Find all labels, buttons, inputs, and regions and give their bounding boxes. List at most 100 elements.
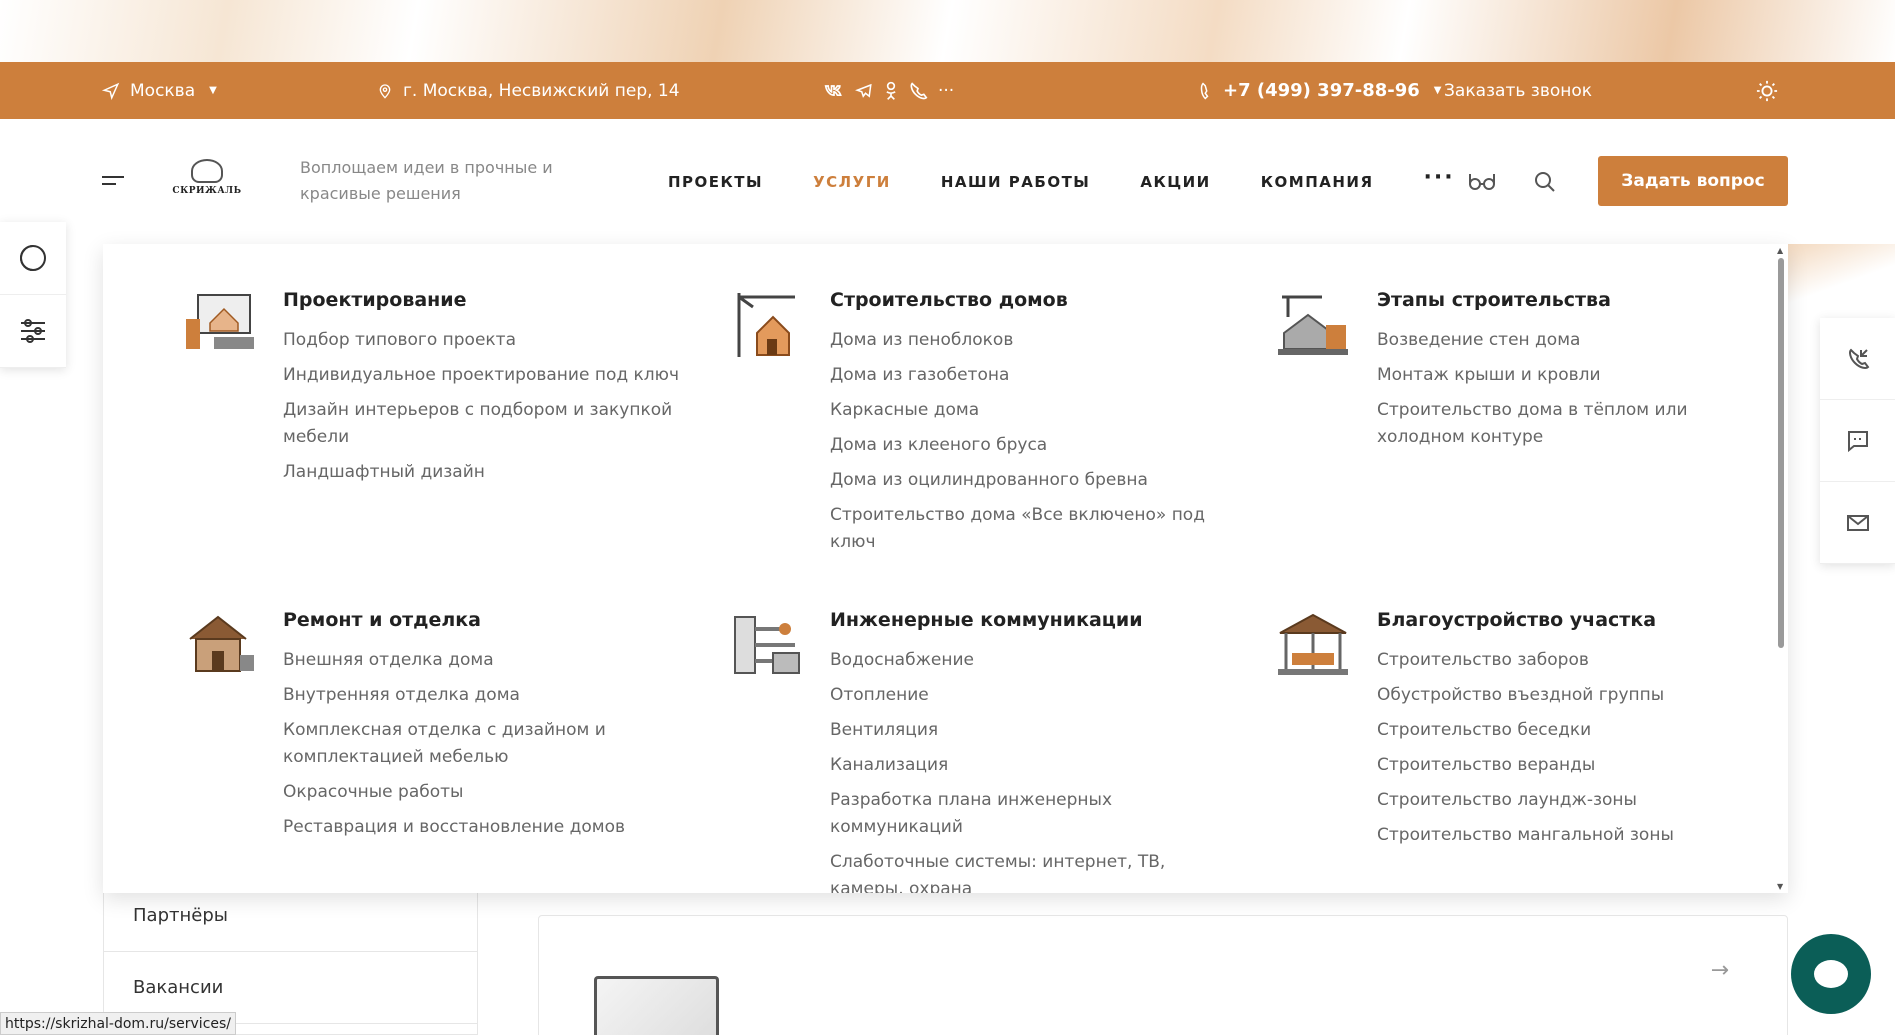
nav-promo[interactable]: АКЦИИ [1140, 173, 1210, 191]
menu-item[interactable]: Вентиляция [830, 717, 1230, 744]
phone-callback-icon [1848, 348, 1869, 369]
menu-item[interactable]: Комплексная отделка с дизайном и комплек… [283, 717, 683, 771]
construction-stage-icon [1278, 295, 1348, 355]
address: г. Москва, Несвижский пер, 14 [377, 62, 680, 119]
menu-item[interactable]: Внутренняя отделка дома [283, 682, 683, 709]
telegram-icon[interactable] [854, 82, 874, 100]
menu-item[interactable]: Обустройство въездной группы [1377, 682, 1777, 709]
main-nav: ПРОЕКТЫ УСЛУГИ НАШИ РАБОТЫ АКЦИИ КОМПАНИ… [668, 119, 1455, 244]
menu-item[interactable]: Строительство лаундж-зоны [1377, 787, 1777, 814]
scrollbar-thumb[interactable] [1778, 258, 1784, 648]
status-bar-url: https://skrizhal-dom.ru/services/ [0, 1012, 237, 1035]
search-icon[interactable] [1533, 170, 1557, 198]
social-links: ··· [824, 62, 954, 119]
menu-item[interactable]: Строительство заборов [1377, 647, 1777, 674]
circle-half-icon [20, 245, 46, 271]
ask-question-button[interactable]: Задать вопрос [1598, 156, 1788, 206]
message-quote-icon [1847, 430, 1868, 452]
section-title[interactable]: Проектирование [283, 289, 467, 311]
repair-house-icon [189, 615, 254, 672]
nav-company[interactable]: КОМПАНИЯ [1261, 173, 1374, 191]
menu-item[interactable]: Дома из пеноблоков [830, 327, 1230, 354]
mega-menu-scrollbar[interactable]: ▲ ▼ [1777, 246, 1785, 891]
vk-icon[interactable] [824, 84, 844, 98]
odnoklassniki-icon[interactable] [884, 81, 898, 101]
section-title[interactable]: Строительство домов [830, 289, 1068, 311]
menu-item[interactable]: Строительство веранды [1377, 752, 1777, 779]
nav-works[interactable]: НАШИ РАБОТЫ [941, 173, 1091, 191]
menu-item[interactable]: Каркасные дома [830, 397, 1230, 424]
section-title[interactable]: Этапы строительства [1377, 289, 1611, 311]
services-mega-menu: Проектирование Подбор типового проекта И… [103, 244, 1788, 893]
menu-item[interactable]: Дизайн интерьеров с подбором и закупкой … [283, 397, 683, 451]
address-text: г. Москва, Несвижский пер, 14 [403, 80, 680, 101]
menu-item[interactable]: Дома из газобетона [830, 362, 1230, 389]
section-title[interactable]: Ремонт и отделка [283, 609, 481, 631]
menu-item[interactable]: Внешняя отделка дома [283, 647, 683, 674]
theme-toggle[interactable] [1756, 62, 1778, 119]
accessibility-glasses-icon[interactable] [1468, 170, 1496, 196]
viber-icon[interactable] [908, 81, 928, 101]
city-selector[interactable]: Москва ▼ [102, 62, 217, 119]
mail-icon [1846, 514, 1869, 531]
menu-item[interactable]: Дома из оцилиндрованного бревна [830, 467, 1230, 494]
right-floating-panel [1820, 318, 1895, 564]
menu-item[interactable]: Слаботочные системы: интернет, ТВ, камер… [830, 849, 1230, 893]
section-title[interactable]: Инженерные коммуникации [830, 609, 1143, 631]
map-pin-icon [379, 83, 391, 99]
phone-icon [1200, 81, 1209, 100]
gazebo-icon [1278, 613, 1348, 675]
callback-link[interactable]: Заказать звонок [1444, 62, 1592, 119]
scroll-down-icon[interactable]: ▼ [1777, 882, 1783, 891]
engineering-icon [734, 616, 800, 674]
chat-bubble-icon [1814, 960, 1848, 988]
logo-text: СКРИЖАЛЬ [172, 186, 242, 196]
card-image [594, 976, 719, 1035]
menu-item[interactable]: Возведение стен дома [1377, 327, 1777, 354]
left-floating-panel [0, 222, 66, 368]
sun-icon[interactable] [1756, 80, 1778, 102]
menu-item[interactable]: Разработка плана инженерных коммуникаций [830, 787, 1230, 841]
chat-widget[interactable] [1820, 400, 1895, 482]
top-bar: Москва ▼ г. Москва, Несвижский пер, 14 ·… [0, 62, 1895, 119]
menu-item[interactable]: Ландшафтный дизайн [283, 459, 683, 486]
phone-block[interactable]: +7 (499) 397-88-96 ▼ [1199, 62, 1441, 119]
menu-item[interactable]: Отопление [830, 682, 1230, 709]
menu-item[interactable]: Окрасочные работы [283, 779, 683, 806]
menu-item[interactable]: Строительство дома в тёплом или холодном… [1377, 397, 1777, 451]
logo[interactable]: СКРИЖАЛЬ [172, 159, 242, 203]
arrow-right-icon[interactable]: → [1711, 958, 1729, 983]
color-scheme-button[interactable] [0, 222, 66, 295]
nav-projects[interactable]: ПРОЕКТЫ [668, 173, 763, 191]
caret-down-icon: ▼ [1433, 85, 1442, 96]
menu-item[interactable]: Строительство мангальной зоны [1377, 822, 1777, 849]
chat-button[interactable] [1791, 934, 1871, 1014]
section-title[interactable]: Благоустройство участка [1377, 609, 1656, 631]
more-socials-icon[interactable]: ··· [938, 81, 954, 101]
menu-item[interactable]: Дома из клееного бруса [830, 432, 1230, 459]
nav-more[interactable]: ··· [1424, 165, 1455, 190]
menu-item[interactable]: Монтаж крыши и кровли [1377, 362, 1777, 389]
phone-number[interactable]: +7 (499) 397-88-96 [1223, 80, 1420, 101]
burger-menu-icon[interactable] [102, 176, 124, 190]
menu-item[interactable]: Водоснабжение [830, 647, 1230, 674]
menu-item[interactable]: Строительство дома «Все включено» под кл… [830, 502, 1230, 556]
callback-widget[interactable] [1820, 318, 1895, 400]
design-computer-icon [186, 294, 254, 349]
menu-item[interactable]: Реставрация и восстановление домов [283, 814, 683, 841]
email-widget[interactable] [1820, 482, 1895, 564]
slogan: Воплощаем идеи в прочные и красивые реше… [300, 158, 553, 203]
main-header: СКРИЖАЛЬ Воплощаем идеи в прочные и крас… [0, 119, 1895, 244]
decorative-wave [1786, 244, 1895, 306]
logo-crest-icon [191, 159, 223, 183]
menu-item[interactable]: Подбор типового проекта [283, 327, 683, 354]
filter-settings-button[interactable] [0, 295, 66, 368]
menu-item[interactable]: Индивидуальное проектирование под ключ [283, 362, 683, 389]
scroll-up-icon[interactable]: ▲ [1777, 246, 1783, 255]
menu-item[interactable]: Строительство беседки [1377, 717, 1777, 744]
service-card[interactable]: → [538, 915, 1788, 1035]
nav-services[interactable]: УСЛУГИ [813, 173, 891, 191]
menu-item[interactable]: Канализация [830, 752, 1230, 779]
city-name: Москва [130, 80, 196, 101]
callback-text[interactable]: Заказать звонок [1444, 81, 1592, 101]
